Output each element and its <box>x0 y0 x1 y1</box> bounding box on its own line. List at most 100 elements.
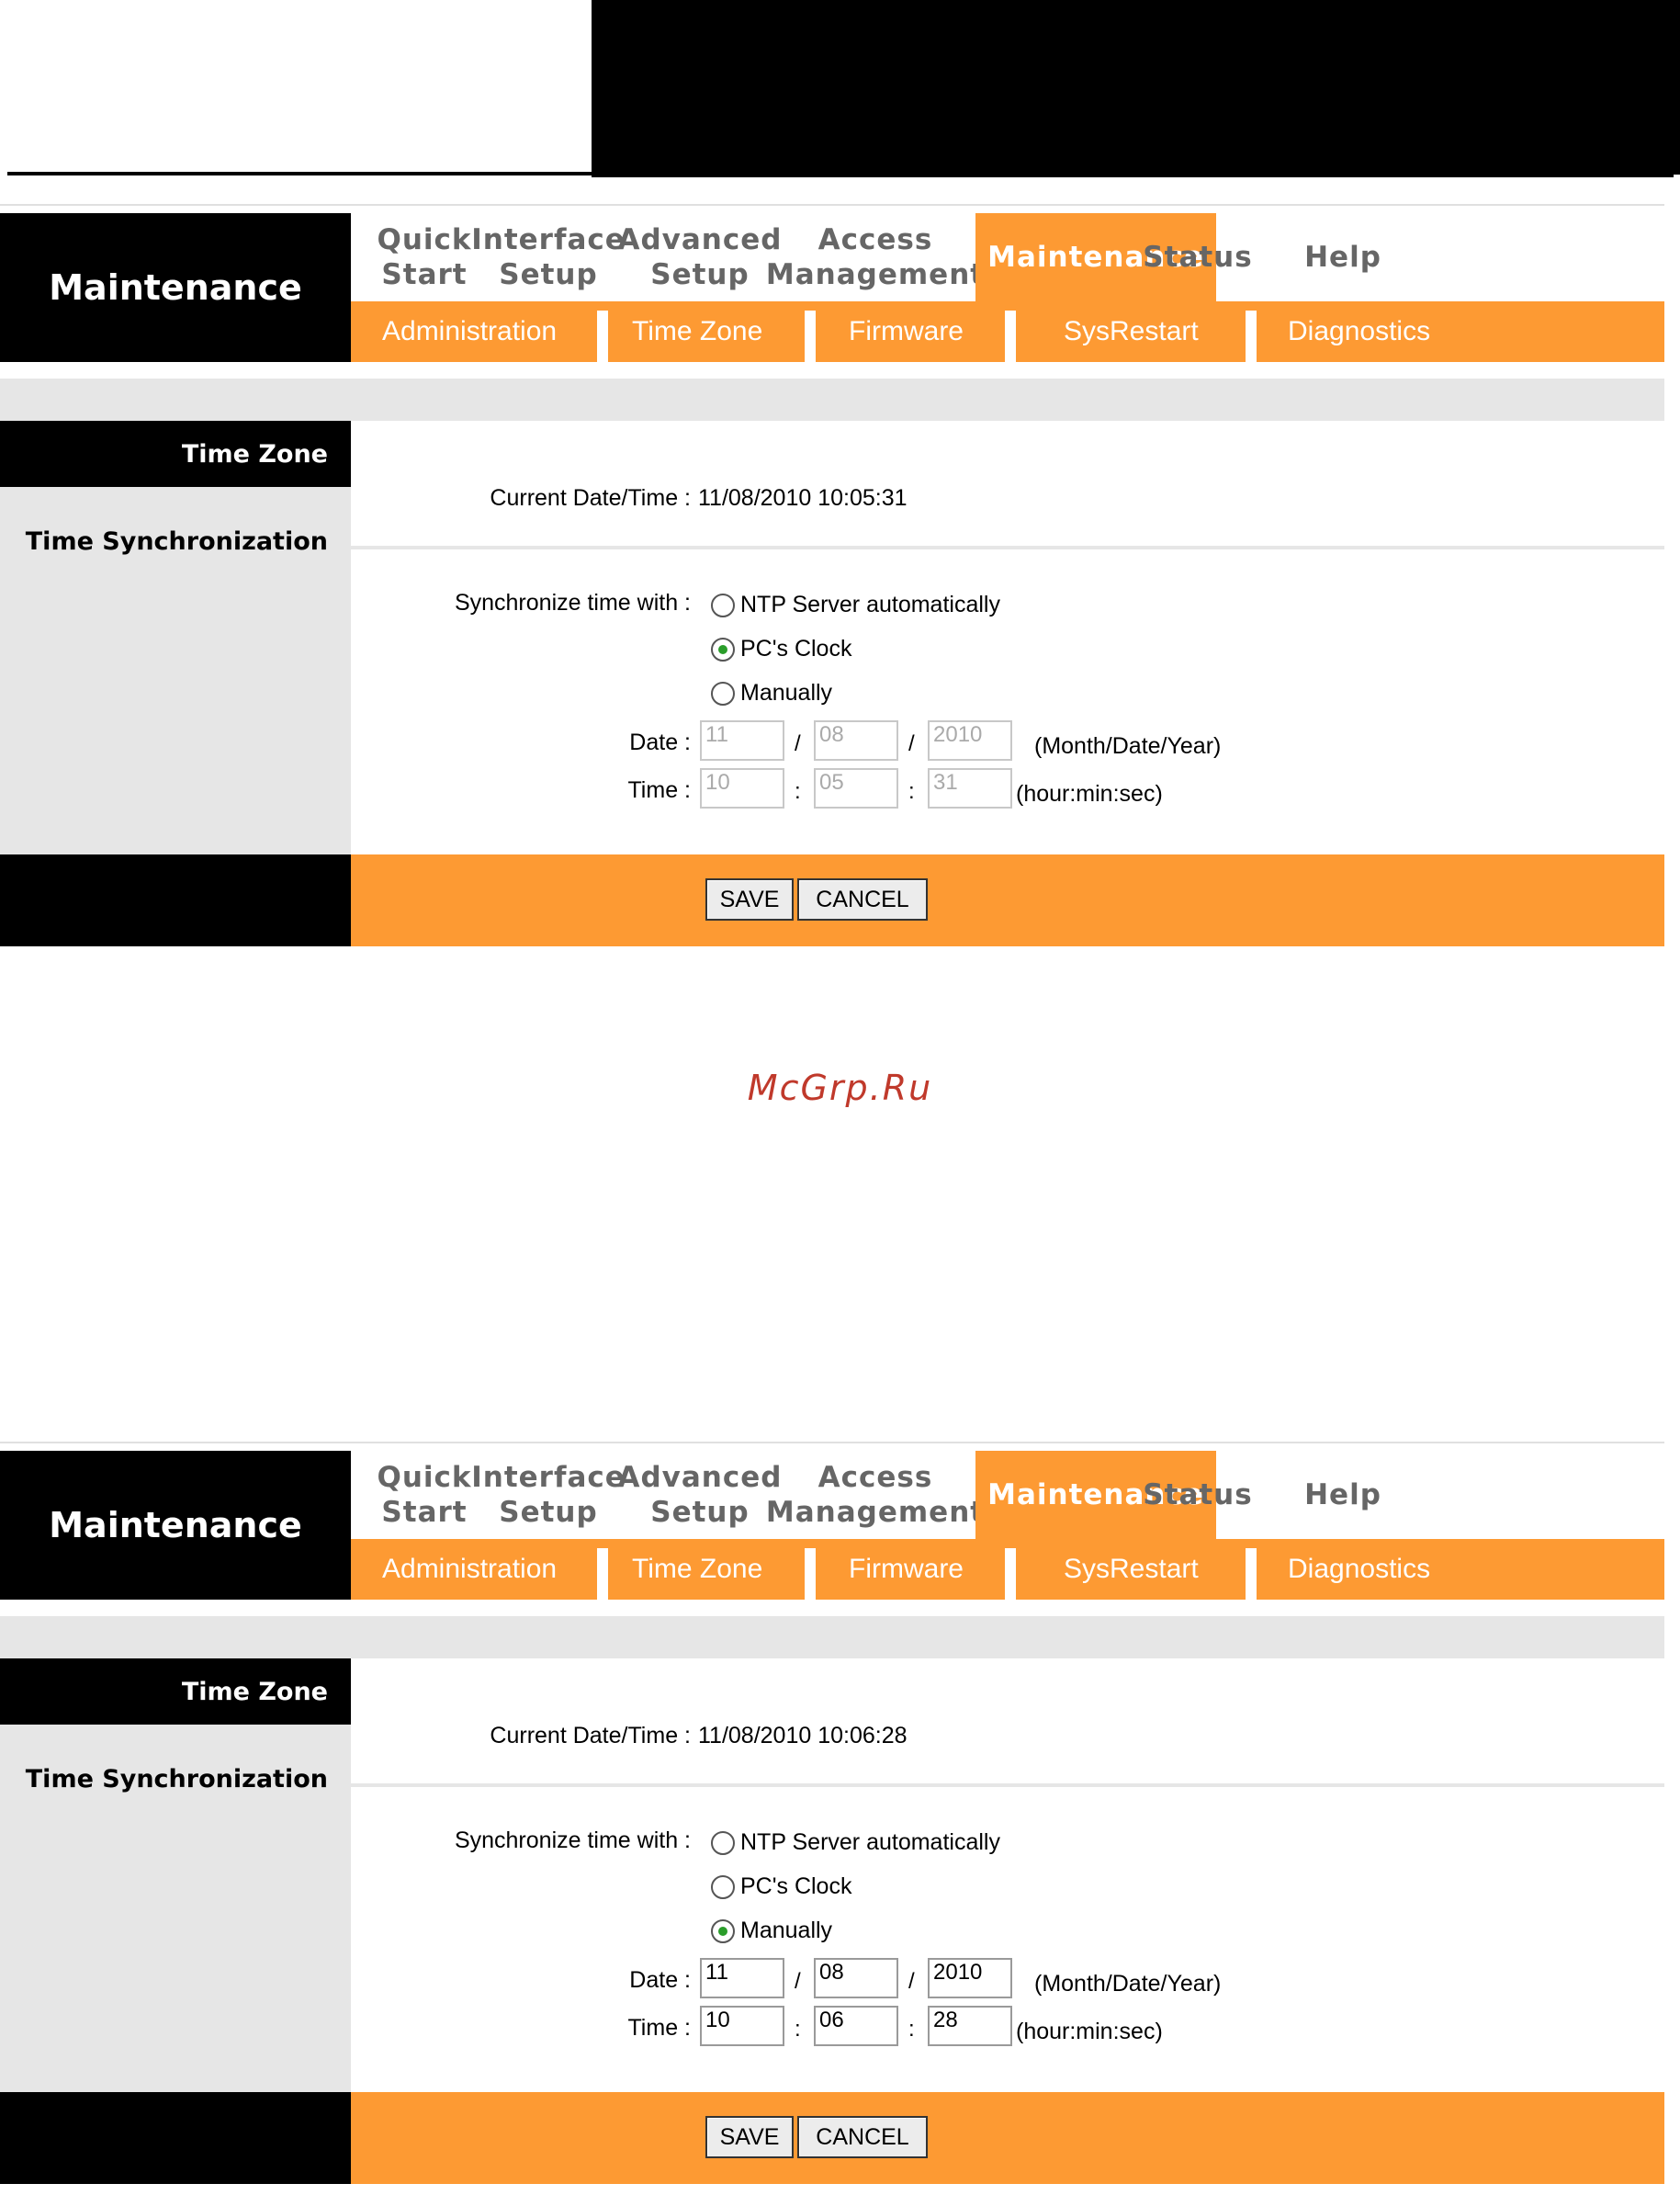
time-separator: : <box>908 2017 915 2042</box>
nav-quick-start[interactable]: Quick Start <box>377 1451 472 1539</box>
nav-advanced-setup[interactable]: Advanced Setup <box>615 1451 784 1539</box>
time-hour-input[interactable]: 10 <box>700 2006 784 2046</box>
nav-status[interactable]: Status <box>1133 1451 1262 1539</box>
time-separator: : <box>795 2017 801 2042</box>
nav-advanced-setup[interactable]: Advanced Setup <box>615 213 784 301</box>
panel-rule <box>0 204 1664 206</box>
nav-help[interactable]: Help <box>1269 1451 1416 1539</box>
nav-help[interactable]: Help <box>1269 213 1416 301</box>
settings-content: Current Date/Time :11/08/2010 10:05:31 Sy… <box>351 421 1664 854</box>
action-left <box>0 854 351 946</box>
grey-band <box>0 1616 1664 1658</box>
nav-label: Advanced Setup <box>617 1461 783 1529</box>
date-year-input[interactable]: 2010 <box>928 720 1012 761</box>
radio-label: PC's Clock <box>740 1873 852 1899</box>
subnav-firmware[interactable]: Firmware <box>849 1539 964 1600</box>
nav-interface-setup[interactable]: Interface Setup <box>470 213 626 301</box>
time-hour-input[interactable]: 10 <box>700 768 784 809</box>
sub-nav: Administration Time Zone Firmware SysRestar… <box>351 301 1664 362</box>
date-hint: (Month/Date/Year) <box>1034 733 1222 759</box>
radio-ntp-server-automatically[interactable]: NTP Server automatically <box>711 1829 1000 1856</box>
date-label: Date : <box>629 730 691 755</box>
router-panel: Maintenance Quick Start Interface Setup Adv… <box>0 204 1664 957</box>
nav-quick-start[interactable]: Quick Start <box>377 213 470 301</box>
subnav-administration[interactable]: Administration <box>382 1539 557 1600</box>
time-sec-input[interactable]: 31 <box>928 768 1012 809</box>
nav-access-management[interactable]: Access Management <box>766 1451 984 1539</box>
nav-interface-setup[interactable]: Interface Setup <box>470 1451 626 1539</box>
subnav-time-zone[interactable]: Time Zone <box>632 1539 762 1600</box>
section-label: Time Synchronization <box>25 1765 328 1793</box>
main-nav: Quick Start Interface Setup Advanced Setup… <box>351 1451 1664 1539</box>
nav-label: Advanced Setup <box>617 223 783 291</box>
subnav-separator <box>597 1548 608 1600</box>
radio-label: NTP Server automatically <box>740 592 1000 617</box>
save-button[interactable]: SAVE <box>705 2116 794 2158</box>
section-header: Time Zone <box>0 1658 351 1725</box>
radio-button[interactable] <box>711 637 735 662</box>
time-min-input[interactable]: 06 <box>814 2006 898 2046</box>
radio-pc-s-clock[interactable]: PC's Clock <box>711 636 851 662</box>
header-banner <box>592 0 1680 175</box>
nav-status[interactable]: Status <box>1133 213 1262 301</box>
subnav-sysrestart[interactable]: SysRestart <box>1064 301 1199 362</box>
panel-rule <box>0 1442 1664 1443</box>
subnav-administration[interactable]: Administration <box>382 301 557 362</box>
radio-manually[interactable]: Manually <box>711 680 832 707</box>
sync-label: Synchronize time with : <box>454 1827 691 1853</box>
brand-title: Maintenance <box>0 1451 351 1600</box>
radio-button[interactable] <box>711 1830 735 1855</box>
sub-nav: Administration Time Zone Firmware SysRestar… <box>351 1539 1664 1600</box>
date-month-input[interactable]: 11 <box>700 1958 784 1998</box>
router-panel: Maintenance Quick Start Interface Setup Adv… <box>0 1442 1664 2195</box>
subnav-separator <box>1246 311 1257 362</box>
section-label: Time Synchronization <box>25 527 328 556</box>
main-nav: Quick Start Interface Setup Advanced Setup… <box>351 213 1664 301</box>
subnav-time-zone[interactable]: Time Zone <box>632 301 762 362</box>
subnav-firmware[interactable]: Firmware <box>849 301 964 362</box>
header-rule <box>7 172 595 175</box>
subnav-separator <box>1246 1548 1257 1600</box>
current-datetime-label: Current Date/Time : <box>490 1723 691 1748</box>
radio-pc-s-clock[interactable]: PC's Clock <box>711 1873 851 1900</box>
cancel-button[interactable]: CANCEL <box>797 2116 928 2158</box>
date-separator: / <box>908 731 915 756</box>
time-sec-input[interactable]: 28 <box>928 2006 1012 2046</box>
save-button[interactable]: SAVE <box>705 878 794 921</box>
radio-button[interactable] <box>711 681 735 706</box>
nav-label: Access Management <box>765 223 986 291</box>
brand-title: Maintenance <box>0 213 351 362</box>
time-min-input[interactable]: 05 <box>814 768 898 809</box>
subnav-diagnostics[interactable]: Diagnostics <box>1288 1539 1430 1600</box>
time-label: Time : <box>627 777 691 803</box>
subnav-sysrestart[interactable]: SysRestart <box>1064 1539 1199 1600</box>
settings-content: Current Date/Time :11/08/2010 10:06:28 Sy… <box>351 1658 1664 2092</box>
section-header: Time Zone <box>0 421 351 487</box>
radio-label: Manually <box>740 1918 833 1943</box>
radio-button[interactable] <box>711 1918 735 1943</box>
nav-access-management[interactable]: Access Management <box>766 213 984 301</box>
nav-label: Quick Start <box>377 1461 472 1529</box>
subnav-diagnostics[interactable]: Diagnostics <box>1288 301 1430 362</box>
radio-button[interactable] <box>711 1874 735 1899</box>
nav-label: Help <box>1304 1478 1381 1511</box>
divider <box>351 1783 1664 1787</box>
date-day-input[interactable]: 08 <box>814 720 898 761</box>
radio-label: PC's Clock <box>740 636 852 662</box>
date-year-input[interactable]: 2010 <box>928 1958 1012 1998</box>
action-bar: SAVE CANCEL <box>351 854 1664 946</box>
date-hint: (Month/Date/Year) <box>1034 1971 1222 1997</box>
date-separator: / <box>908 1969 915 1994</box>
nav-label: Status <box>1143 1478 1253 1511</box>
current-datetime-label: Current Date/Time : <box>490 485 691 511</box>
date-month-input[interactable]: 11 <box>700 720 784 761</box>
radio-ntp-server-automatically[interactable]: NTP Server automatically <box>711 592 1000 618</box>
cancel-button[interactable]: CANCEL <box>797 878 928 921</box>
date-separator: / <box>795 1969 801 1994</box>
current-datetime-value: 11/08/2010 10:05:31 <box>698 485 908 511</box>
nav-label: Interface Setup <box>471 1461 626 1529</box>
date-day-input[interactable]: 08 <box>814 1958 898 1998</box>
radio-manually[interactable]: Manually <box>711 1918 832 1944</box>
radio-button[interactable] <box>711 593 735 617</box>
current-datetime-value: 11/08/2010 10:06:28 <box>698 1723 908 1748</box>
